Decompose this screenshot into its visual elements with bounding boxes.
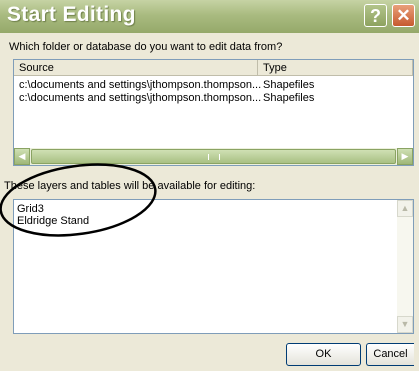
help-icon: ? bbox=[370, 6, 381, 26]
start-editing-dialog: Start Editing ? ✕ Which folder or databa… bbox=[0, 0, 419, 371]
scroll-right-icon[interactable]: ▶ bbox=[397, 148, 413, 165]
scroll-down-icon[interactable]: ▼ bbox=[397, 316, 413, 333]
cancel-button[interactable]: Cancel bbox=[366, 343, 414, 366]
column-header-type[interactable]: Type bbox=[258, 60, 413, 76]
horizontal-scrollbar[interactable]: ◀ ▶ bbox=[14, 148, 413, 165]
source-path: c:\documents and settings\jthompson.thom… bbox=[19, 92, 262, 104]
scroll-thumb[interactable] bbox=[31, 149, 396, 164]
help-button[interactable]: ? bbox=[364, 4, 387, 27]
title-bar[interactable]: Start Editing ? ✕ bbox=[0, 0, 419, 33]
scroll-left-icon[interactable]: ◀ bbox=[14, 148, 30, 165]
scroll-grip bbox=[208, 154, 220, 160]
close-icon: ✕ bbox=[396, 6, 411, 25]
list-item: Eldridge Stand bbox=[17, 215, 90, 227]
source-type: Shapefiles bbox=[263, 92, 315, 104]
source-path: c:\documents and settings\jthompson.thom… bbox=[19, 79, 262, 91]
scroll-up-icon[interactable]: ▲ bbox=[397, 200, 413, 217]
column-header-source[interactable]: Source bbox=[14, 60, 258, 76]
layers-label: These layers and tables will be availabl… bbox=[4, 180, 256, 192]
list-item: Grid3 bbox=[17, 203, 44, 215]
ok-button[interactable]: OK bbox=[286, 343, 361, 366]
source-type: Shapefiles bbox=[263, 79, 315, 91]
source-prompt: Which folder or database do you want to … bbox=[9, 41, 283, 53]
source-list[interactable]: Source Type c:\documents and settings\jt… bbox=[13, 59, 414, 166]
vertical-scrollbar[interactable]: ▲ ▼ bbox=[397, 200, 413, 333]
layers-list[interactable]: Grid3 Eldridge Stand ▲ ▼ bbox=[13, 199, 414, 334]
close-button[interactable]: ✕ bbox=[392, 4, 415, 27]
dialog-title: Start Editing bbox=[7, 3, 136, 26]
